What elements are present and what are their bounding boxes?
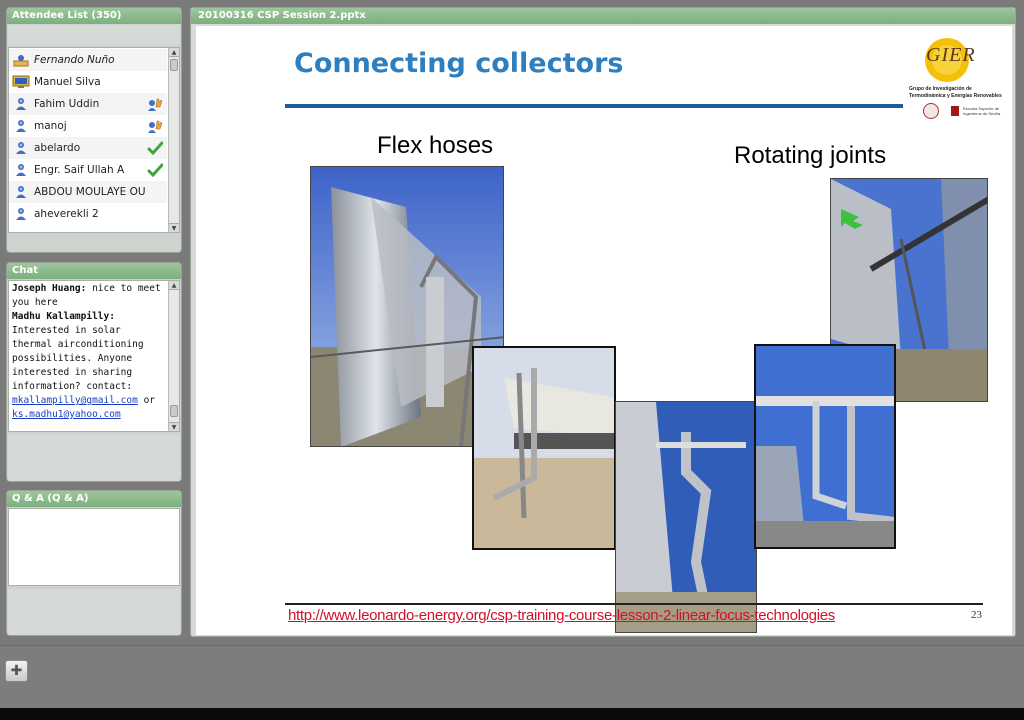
partner-logo-icon [951,106,959,116]
flex-hose-photo-3 [615,401,757,633]
chat-message: Madhu Kallampilly: Interested in solar t… [12,310,165,394]
user-icon [12,141,30,155]
logo-wordmark: GIER [926,44,976,66]
scroll-up-icon[interactable]: ▲ [169,281,179,290]
bottom-edge [0,708,1024,720]
user-icon [12,163,30,177]
qa-panel: Q & A (Q & A) [6,490,182,636]
user-icon [12,119,30,133]
chat-messages: Joseph Huang: nice to meet you here Madh… [9,281,179,423]
attendee-list-panel: Attendee List (350) Fernando Nuño Manuel … [6,7,182,253]
raise-hand-icon [147,97,163,111]
partner-text: Escuela Superior de Ingenieros de Sevill… [963,106,1001,116]
qa-title: Q & A (Q & A) [7,491,181,507]
attendee-name: Fernando Nuño [34,54,115,66]
chat-input-area[interactable] [8,435,180,481]
attendee-name: aheverekli 2 [34,208,99,220]
chat-title: Chat [7,263,181,279]
qa-list [8,508,180,586]
gier-logo: GIER Grupo de Investigación de Termodiná… [901,34,1009,122]
attendee-row[interactable]: ABDOU MOULAYE OU [9,181,167,203]
caption-rotating-joints: Rotating joints [734,142,887,169]
chat-email-link[interactable]: mkallampilly@gmail.com [12,395,138,406]
bottom-toolbar [0,645,1024,707]
slide-page-number: 23 [971,609,982,621]
user-icon [12,185,30,199]
attendee-name: abelardo [34,142,81,154]
plus-icon: ✚ [10,663,23,679]
logo-subtitle: Grupo de Investigación de [909,86,972,92]
attendee-name: manoj [34,120,67,132]
chat-panel: Chat Joseph Huang: nice to meet you here… [6,262,182,482]
chat-or-text: or [137,395,156,406]
attendee-list: Fernando Nuño Manuel Silva Fahim Uddin mano… [8,47,180,233]
chat-scrollbar[interactable]: ▲ ▼ [168,281,179,431]
attendee-name: ABDOU MOULAYE OU [34,186,146,198]
university-seal-icon [923,103,939,119]
attendee-toolbar [8,25,180,45]
attendee-name: Manuel Silva [34,76,101,88]
chat-sender: Madhu Kallampilly: [12,311,115,322]
chat-email-link[interactable]: ks.madhu1@yahoo.com [12,409,121,420]
raise-hand-icon [147,119,163,133]
attendee-scrollbar[interactable]: ▲ ▼ [168,48,179,232]
slide-title: Connecting collectors [294,48,624,79]
chat-message-text: Interested in solar thermal aircondition… [12,325,144,392]
rotating-joint-photo-2 [754,344,896,549]
slide-window-title: 20100316 CSP Session 2.pptx [191,8,1015,24]
checkmark-icon [147,163,164,178]
caption-flex-hoses: Flex hoses [377,132,494,159]
footer-rule [285,603,983,605]
attendee-row[interactable]: manoj [9,115,167,137]
checkmark-icon [147,141,164,156]
slide-window: 20100316 CSP Session 2.pptx Connecting c… [190,7,1016,637]
presenter-icon [12,53,30,67]
attendee-row[interactable]: Fernando Nuño [9,49,167,71]
attendee-row[interactable]: aheverekli 2 [9,203,167,225]
user-icon [12,97,30,111]
scroll-down-icon[interactable]: ▼ [169,223,179,232]
chat-message: Joseph Huang: nice to meet you here [12,282,165,310]
user-icon [12,207,30,221]
scroll-thumb[interactable] [170,59,178,71]
chat-sender: Joseph Huang: [12,283,87,294]
footer-url-link[interactable]: http://www.leonardo-energy.org/csp-train… [288,607,835,624]
qa-input-area[interactable] [8,589,180,635]
flex-hose-photo-2 [472,346,616,550]
desktop-user-icon [12,75,30,89]
logo-subtitle: Termodinámica y Energías Renovables [909,93,1002,99]
presentation-slide: Connecting collectors GIER Grupo de Inve… [196,26,1012,635]
add-button[interactable]: ✚ [5,660,28,682]
attendee-name: Fahim Uddin [34,98,100,110]
attendee-list-title: Attendee List (350) [7,8,181,24]
attendee-row[interactable]: Engr. Saif Ullah A [9,159,167,181]
scroll-down-icon[interactable]: ▼ [169,422,179,431]
chat-log: Joseph Huang: nice to meet you here Madh… [8,280,180,432]
attendee-row[interactable]: Fahim Uddin [9,93,167,115]
scroll-thumb[interactable] [170,405,178,417]
attendee-row[interactable]: abelardo [9,137,167,159]
scroll-up-icon[interactable]: ▲ [169,48,179,57]
attendee-row[interactable]: Manuel Silva [9,71,167,93]
title-underline [285,104,903,108]
attendee-name: Engr. Saif Ullah A [34,164,125,176]
